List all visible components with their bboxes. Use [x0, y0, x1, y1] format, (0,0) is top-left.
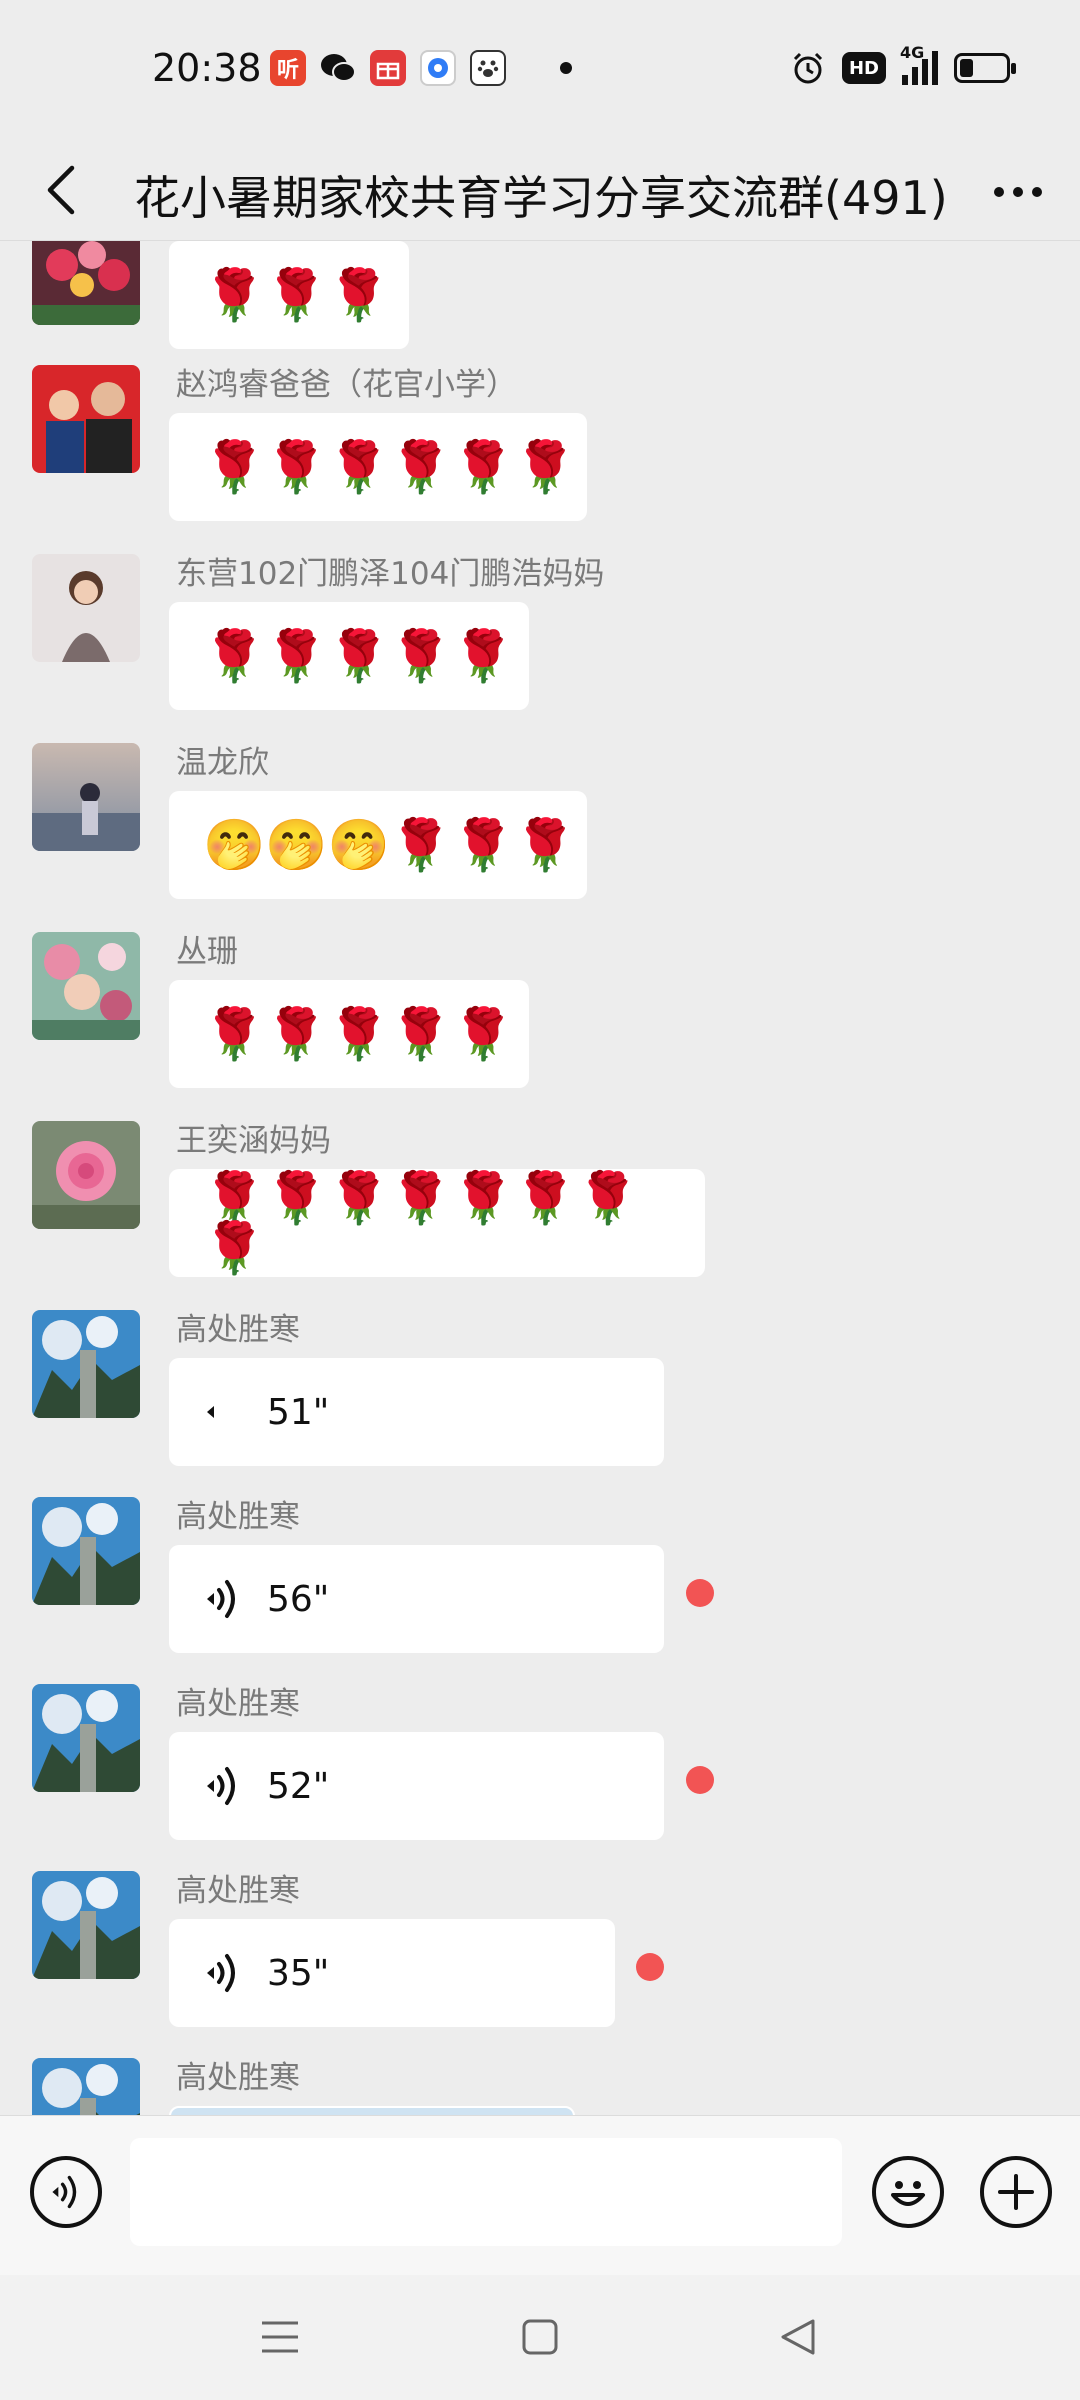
- voice-icon: [207, 1580, 235, 1618]
- more-functions-button[interactable]: [980, 2156, 1052, 2228]
- sender-name: 高处胜寒: [176, 1686, 300, 1722]
- message-text: 🌹🌹🌹🌹🌹🌹: [203, 438, 577, 496]
- recent-apps-button[interactable]: [248, 2305, 312, 2369]
- message-text: 🌹🌹🌹🌹🌹: [203, 1005, 515, 1063]
- chat-messages[interactable]: 🌹🌹🌹 赵鸿睿爸爸（花官小学） 🌹🌹🌹🌹🌹🌹 东营102门鹏泽104门鹏浩妈妈 …: [0, 241, 1080, 2115]
- avatar[interactable]: [32, 365, 140, 473]
- voice-message-bubble[interactable]: 35": [169, 1919, 615, 2027]
- message-text: 🌹🌹🌹🌹🌹: [203, 627, 515, 685]
- voice-duration: 35": [267, 1952, 330, 1994]
- plus-icon: [998, 2174, 1034, 2210]
- message-bubble[interactable]: 🌹🌹🌹🌹🌹: [169, 980, 529, 1088]
- avatar[interactable]: [32, 743, 140, 851]
- smiley-icon: [891, 2181, 925, 2206]
- sender-name: 东营102门鹏泽104门鹏浩妈妈: [176, 556, 605, 592]
- home-button[interactable]: [508, 2305, 572, 2369]
- ting-app-icon: 听: [270, 50, 306, 86]
- avatar[interactable]: [32, 1121, 140, 1229]
- image-message[interactable]: [169, 2106, 575, 2115]
- avatar[interactable]: [32, 1497, 140, 1605]
- more-dots-icon: [994, 187, 1042, 197]
- avatar[interactable]: [32, 554, 140, 662]
- status-time: 20:38: [152, 46, 262, 90]
- chat-header: 花小暑期家校共育学习分享交流群(491): [0, 140, 1080, 241]
- voice-playing-icon: [207, 1406, 214, 1418]
- voice-duration: 52": [267, 1765, 330, 1807]
- wechat-icon: [320, 50, 356, 86]
- unread-dot: [686, 1579, 714, 1607]
- voice-icon: [207, 1954, 235, 1992]
- sender-name: 丛珊: [176, 934, 238, 970]
- voice-message-bubble[interactable]: 52": [169, 1732, 664, 1840]
- alarm-icon: [793, 52, 823, 84]
- voice-input-button[interactable]: [30, 2156, 102, 2228]
- status-bar: 20:38 听 HD 4G: [0, 0, 1080, 140]
- sender-name: 温龙欣: [176, 745, 269, 781]
- message-bubble[interactable]: 🌹🌹🌹: [169, 241, 409, 349]
- avatar[interactable]: [32, 241, 140, 325]
- message-input[interactable]: [130, 2138, 842, 2246]
- sender-name: 高处胜寒: [176, 1312, 300, 1348]
- message-text: 🌹🌹🌹🌹🌹🌹🌹🌹: [203, 1169, 639, 1277]
- message-text: 🤭🤭🤭🌹🌹🌹: [203, 816, 577, 874]
- avatar[interactable]: [32, 1871, 140, 1979]
- back-button[interactable]: [30, 158, 94, 222]
- sender-name: 高处胜寒: [176, 1499, 300, 1535]
- page-title: 花小暑期家校共育学习分享交流群(491): [134, 171, 948, 225]
- message-text: 🌹🌹🌹: [203, 266, 390, 324]
- chevron-left-icon: [47, 165, 75, 215]
- message-bubble[interactable]: 🌹🌹🌹🌹🌹🌹🌹🌹: [169, 1169, 705, 1277]
- voice-duration: 56": [267, 1578, 330, 1620]
- message-bubble[interactable]: 🌹🌹🌹🌹🌹🌹: [169, 413, 587, 521]
- avatar[interactable]: [32, 932, 140, 1040]
- sender-name: 赵鸿睿爸爸（花官小学）: [176, 367, 517, 403]
- baidu-app-icon: [470, 50, 506, 86]
- menu-icon: [262, 2321, 298, 2353]
- message-bubble[interactable]: 🤭🤭🤭🌹🌹🌹: [169, 791, 587, 899]
- voice-icon: [52, 2175, 77, 2209]
- voice-message-bubble[interactable]: 51": [169, 1358, 664, 1466]
- message-bubble[interactable]: 🌹🌹🌹🌹🌹: [169, 602, 529, 710]
- emoji-button[interactable]: [872, 2156, 944, 2228]
- sender-name: 高处胜寒: [176, 2060, 300, 2096]
- triangle-back-icon: [781, 2319, 815, 2355]
- voice-message-bubble[interactable]: 56": [169, 1545, 664, 1653]
- system-icons: HD 4G: [790, 43, 1016, 86]
- more-notifications-dot: [560, 62, 572, 74]
- unread-dot: [636, 1953, 664, 1981]
- sender-name: 王奕涵妈妈: [176, 1123, 331, 1159]
- signal-icon: 4G: [900, 43, 938, 85]
- avatar[interactable]: [32, 2058, 140, 2115]
- voice-icon: [207, 1767, 235, 1805]
- hd-icon: HD: [841, 52, 886, 84]
- more-options-button[interactable]: [986, 160, 1050, 224]
- system-nav-bar: [0, 2275, 1080, 2400]
- browser-app-icon: [420, 50, 456, 86]
- back-nav-button[interactable]: [766, 2305, 830, 2369]
- square-icon: [522, 2319, 558, 2355]
- input-bar: [0, 2115, 1080, 2276]
- voice-duration: 51": [267, 1391, 330, 1433]
- sender-name: 高处胜寒: [176, 1873, 300, 1909]
- notification-icons: 听: [270, 50, 572, 86]
- avatar[interactable]: [32, 1684, 140, 1792]
- gift-app-icon: [370, 50, 406, 86]
- battery-icon: [954, 53, 1016, 83]
- avatar[interactable]: [32, 1310, 140, 1418]
- unread-dot: [686, 1766, 714, 1794]
